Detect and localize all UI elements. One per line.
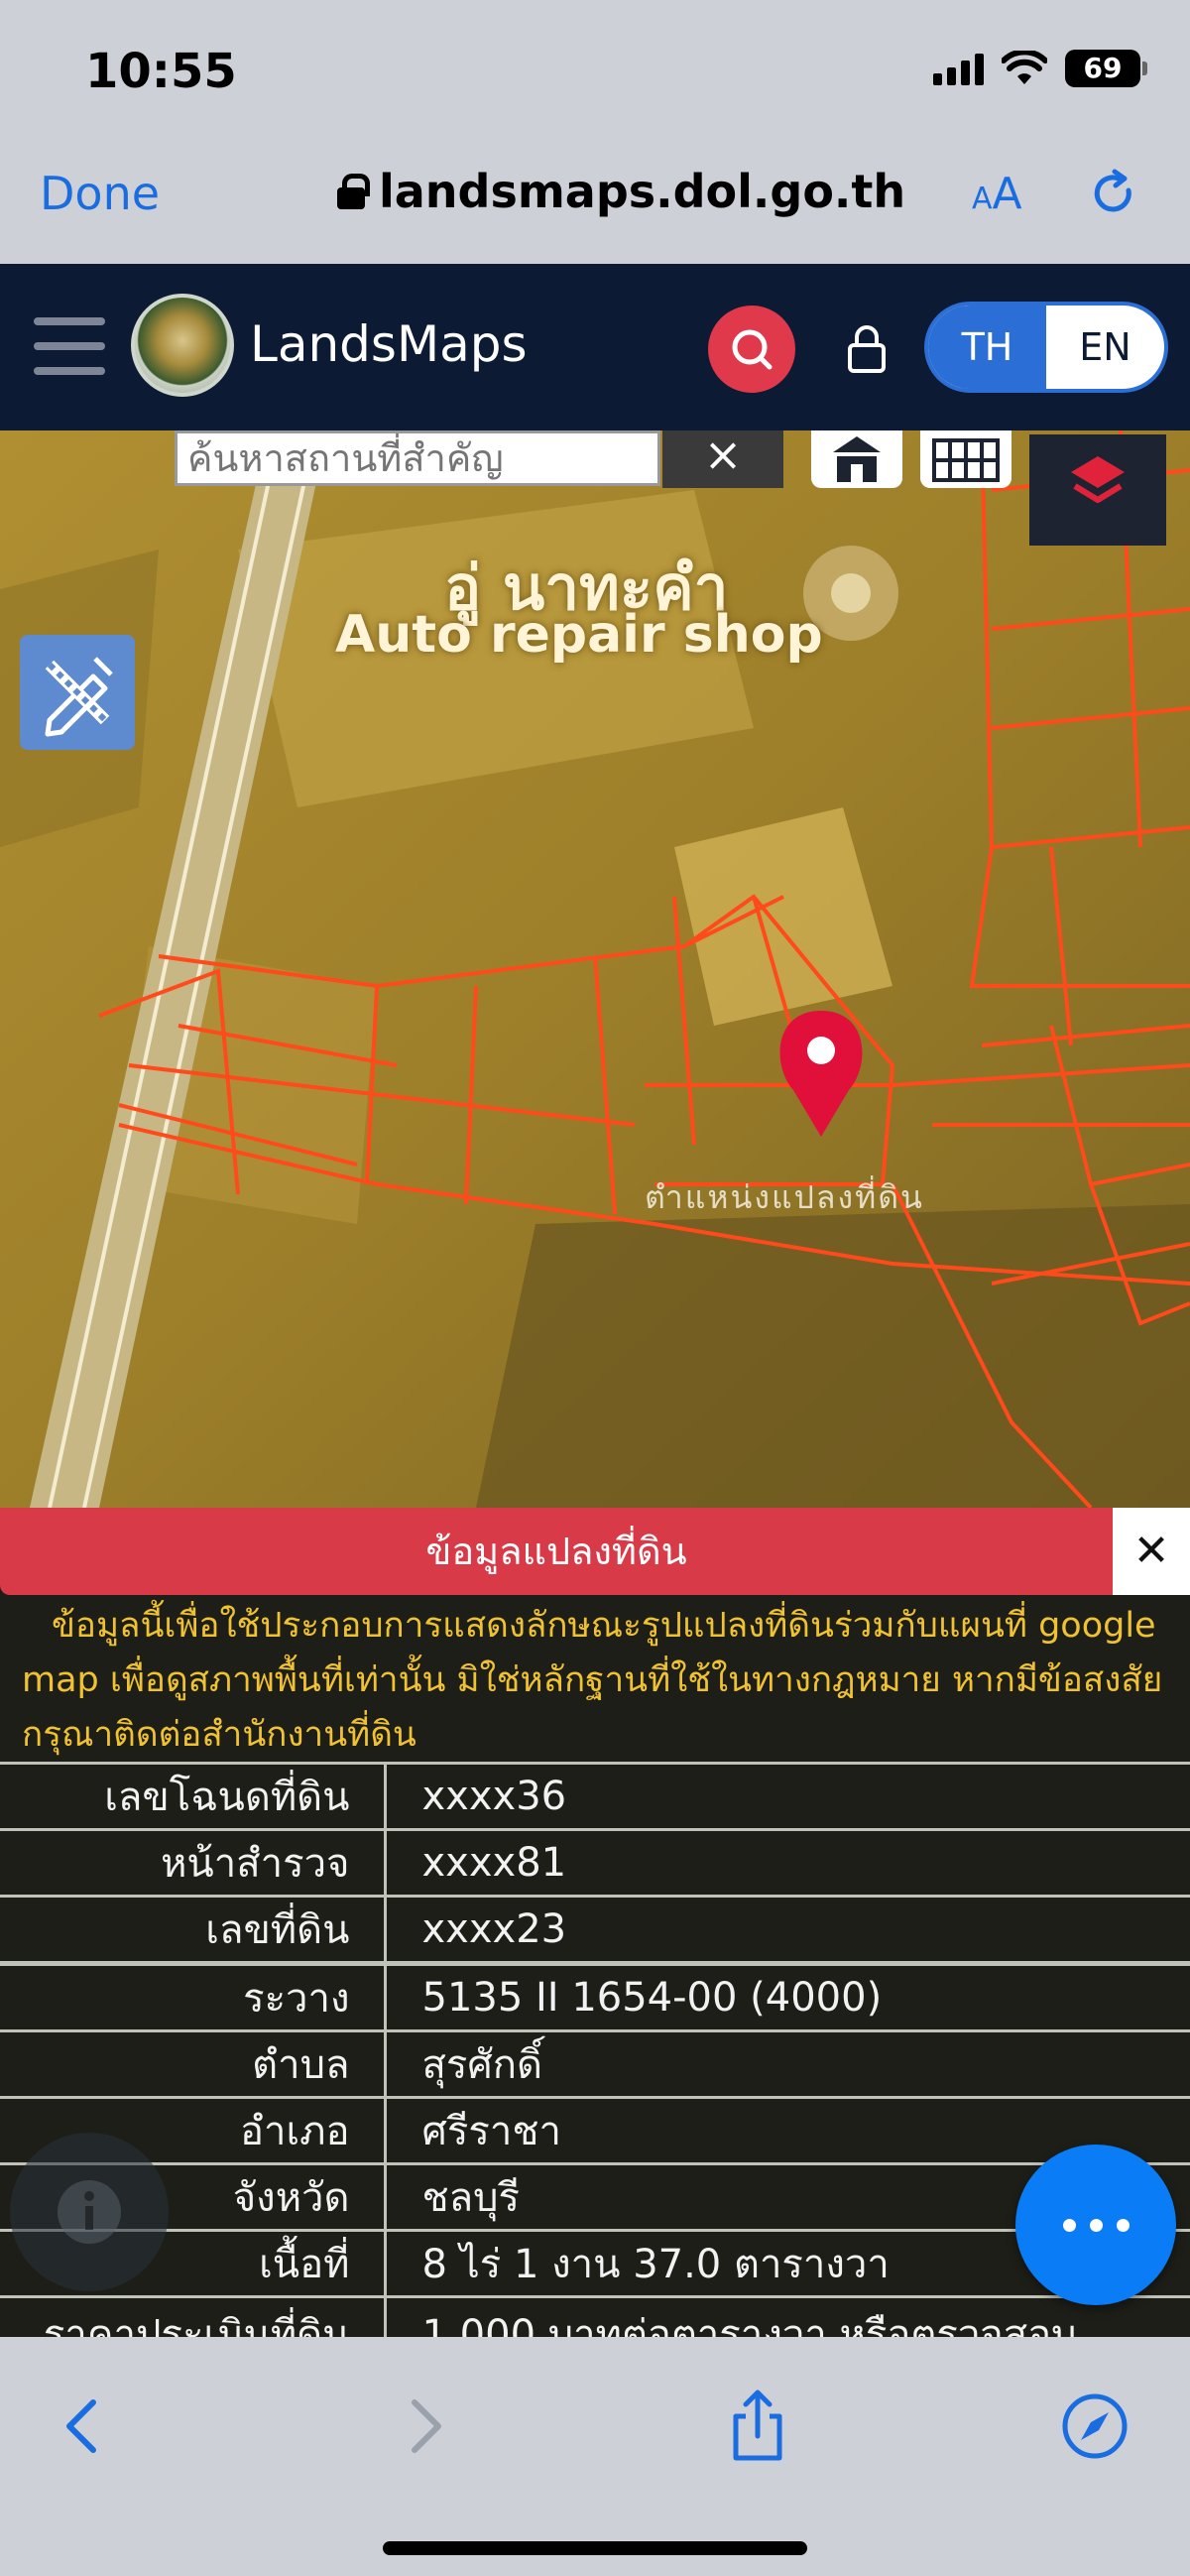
department-logo (131, 294, 234, 397)
map-view[interactable]: อู่ นาทะคำ Auto repair shop ตำแหน่งแปลงท… (0, 430, 1190, 1508)
search-icon (732, 329, 773, 370)
row-label: หน้าสำรวจ (0, 1829, 387, 1897)
login-lock-icon[interactable] (845, 323, 889, 375)
forward-icon[interactable] (385, 2387, 464, 2466)
app-header: LandsMaps TH EN (0, 264, 1190, 430)
panel-close-button[interactable]: ✕ (1113, 1508, 1190, 1595)
pin-label: ตำแหน่งแปลงที่ดิน (645, 1178, 924, 1216)
url-text: landsmaps.dol.go.th (379, 165, 906, 218)
share-icon[interactable] (718, 2387, 797, 2466)
table-row: จังหวัด ชลบุรี (0, 2163, 1190, 2231)
land-parcel-info-panel: ข้อมูลแปลงที่ดิน ✕ ข้อมูลนี้เพื่อใช้ประก… (0, 1508, 1190, 2366)
battery-icon: 69 (1065, 50, 1147, 87)
status-time: 10:55 (85, 44, 237, 99)
reload-icon[interactable] (1089, 169, 1138, 218)
wifi-icon (1002, 51, 1047, 84)
text-size-large-label: A (992, 169, 1022, 219)
table-row: เลขที่ดิน xxxx23 (0, 1896, 1190, 1964)
layers-icon (1071, 456, 1125, 503)
table-row: อำเภอ ศรีราชา (0, 2097, 1190, 2164)
parcel-info-table: เลขโฉนดที่ดิน xxxx36 หน้าสำรวจ xxxx81 เล… (0, 1762, 1190, 2366)
row-label: ตำบล (0, 2030, 387, 2098)
pencil-ruler-icon (45, 657, 113, 737)
more-options-button[interactable] (1015, 2145, 1176, 2305)
layers-button[interactable] (1029, 434, 1166, 546)
search-button[interactable] (708, 306, 795, 393)
browser-address-bar: Done landsmaps.dol.go.th AA (0, 139, 1190, 264)
row-value: xxxx81 (421, 1840, 567, 1886)
row-value: xxxx23 (421, 1906, 567, 1952)
menu-icon[interactable] (34, 317, 105, 375)
url-field[interactable]: landsmaps.dol.go.th (337, 165, 905, 218)
table-row: เลขโฉนดที่ดิน xxxx36 (0, 1763, 1190, 1830)
info-button[interactable] (10, 2133, 169, 2291)
table-row: ระวาง 5135 II 1654-00 (4000) (0, 1963, 1190, 2031)
table-row: เนื้อที่ 8 ไร่ 1 งาน 37.0 ตารางวา (0, 2230, 1190, 2297)
lang-th-option[interactable]: TH (928, 306, 1046, 389)
disclaimer-text: ข้อมูลนี้เพื่อใช้ประกอบการแสดงลักษณะรูปแ… (22, 1606, 1163, 1755)
row-value: xxxx36 (421, 1774, 567, 1819)
map-place-label-en: Auto repair shop (335, 605, 823, 665)
status-icons: 69 (933, 50, 1147, 87)
row-label: เลขที่ดิน (0, 1896, 387, 1964)
text-size-button[interactable]: AA (972, 169, 1022, 219)
app-title: LandsMaps (250, 315, 528, 373)
text-size-small-label: A (972, 182, 993, 216)
info-icon (58, 2180, 121, 2244)
cellular-signal-icon (933, 52, 984, 85)
building-icon (833, 436, 881, 482)
grid-icon (932, 438, 1000, 482)
browser-toolbar (0, 2337, 1190, 2576)
panel-title: ข้อมูลแปลงที่ดิน (0, 1508, 1113, 1595)
row-value: สุรศักดิ์ (421, 2042, 542, 2088)
status-bar: 10:55 69 (0, 0, 1190, 139)
lock-icon (337, 174, 370, 209)
search-clear-button[interactable]: × (662, 430, 783, 488)
lang-en-option[interactable]: EN (1046, 306, 1164, 389)
back-icon[interactable] (44, 2387, 123, 2466)
building-layer-button[interactable] (811, 430, 902, 488)
grid-layer-button[interactable] (920, 430, 1012, 488)
done-button[interactable]: Done (40, 167, 160, 220)
row-value: 5135 II 1654-00 (4000) (421, 1975, 883, 2021)
row-label: ระวาง (0, 1963, 387, 2031)
row-label: เลขโฉนดที่ดิน (0, 1763, 387, 1830)
home-indicator (383, 2541, 807, 2555)
table-row: ตำบล สุรศักดิ์ (0, 2030, 1190, 2098)
place-search-input[interactable] (175, 430, 660, 486)
compass-icon[interactable] (1055, 2387, 1134, 2466)
measure-tool-button[interactable] (20, 635, 135, 750)
language-toggle[interactable]: TH EN (924, 302, 1168, 393)
table-row: หน้าสำรวจ xxxx81 (0, 1829, 1190, 1897)
